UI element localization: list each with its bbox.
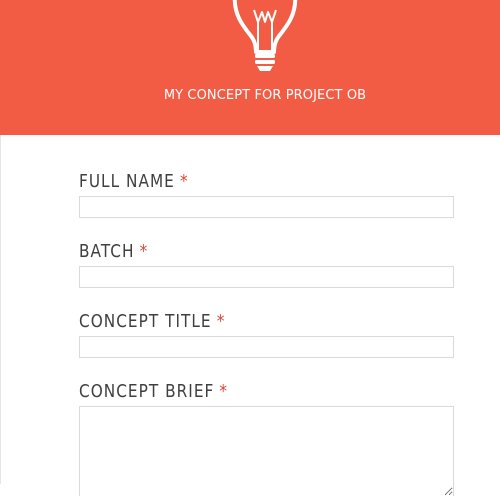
- lightbulb-icon: [232, 0, 298, 71]
- required-marker: *: [139, 241, 149, 262]
- full-name-input[interactable]: [79, 196, 454, 218]
- form-body: FULL NAME * BATCH * CONCEPT TITLE * CONCEPT…: [0, 135, 500, 496]
- concept-title-label: CONCEPT TITLE *: [79, 311, 226, 332]
- full-name-label: FULL NAME *: [79, 171, 189, 192]
- batch-input[interactable]: [79, 266, 454, 288]
- concept-title-input[interactable]: [79, 336, 454, 358]
- form-title: MY CONCEPT FOR PROJECT OB: [163, 88, 367, 103]
- required-marker: *: [179, 171, 189, 192]
- concept-brief-textarea[interactable]: [79, 406, 454, 496]
- required-marker: *: [216, 311, 226, 332]
- form-header: MY CONCEPT FOR PROJECT OB: [0, 0, 500, 135]
- concept-brief-label: CONCEPT BRIEF *: [79, 381, 229, 402]
- required-marker: *: [219, 381, 229, 402]
- batch-label: BATCH *: [79, 241, 149, 262]
